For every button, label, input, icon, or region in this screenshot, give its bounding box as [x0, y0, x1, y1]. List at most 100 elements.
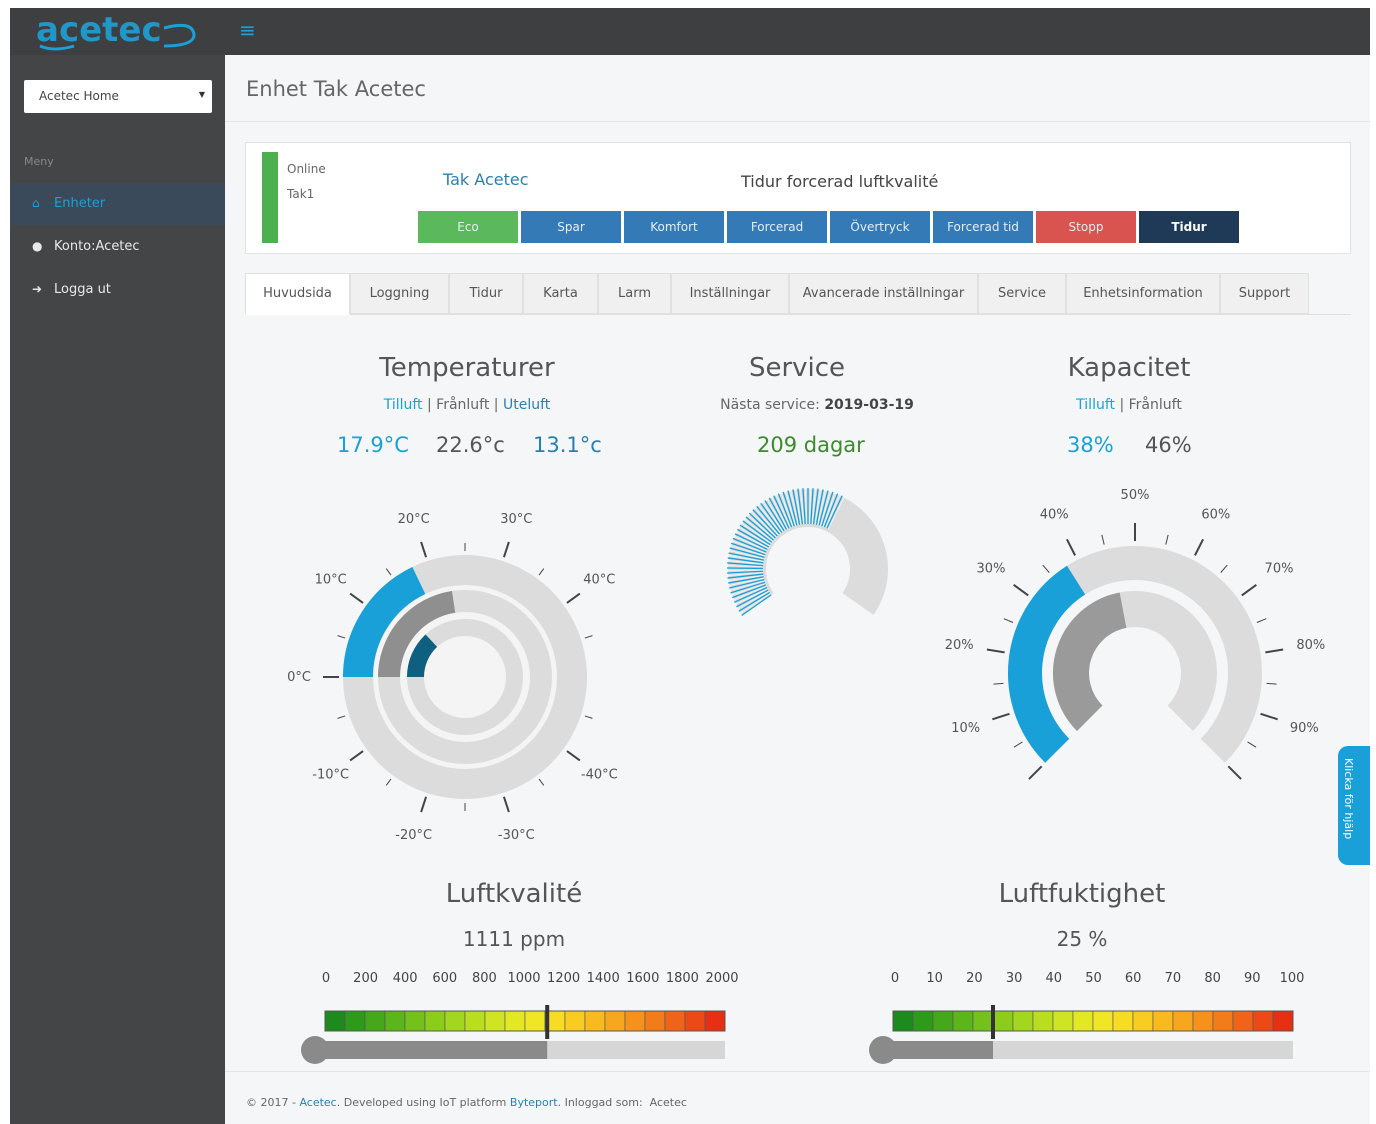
capacity-tick-label: 30%	[977, 561, 1006, 576]
tab-service[interactable]: Service	[978, 273, 1066, 314]
tab-support[interactable]: Support	[1220, 273, 1309, 314]
scale-label: 600	[432, 971, 458, 986]
temp-tick-label: -10°C	[312, 768, 349, 783]
status-indicator	[262, 152, 278, 243]
temperatures-legend: Tilluft | Frånluft | Uteluft	[383, 397, 551, 413]
sidebar-item-logout[interactable]: ➜ Logga ut	[10, 269, 225, 311]
scale-label: 60	[1124, 971, 1142, 986]
main-content: Enhet Tak Acetec Online Tak1 Tak Acetec …	[225, 55, 1370, 1124]
footer-suffix: . Inloggad som:	[557, 1096, 643, 1109]
scale-label: 0	[321, 971, 331, 986]
sidebar-item-enheter[interactable]: ⌂ Enheter	[10, 183, 225, 225]
mode-button-spar[interactable]: Spar	[521, 211, 621, 243]
scale-label: 400	[392, 971, 418, 986]
air-quality-value: 1111 ppm	[462, 927, 566, 951]
unit-select[interactable]: Acetec Home ▼	[24, 80, 212, 113]
scale-label: 70	[1164, 971, 1182, 986]
outdoor-temp: 13.1°c	[533, 433, 602, 457]
mode-button-forcerad-tid[interactable]: Forcerad tid	[933, 211, 1033, 243]
capacity-tick-label: 40%	[1040, 507, 1069, 522]
scale-label: 1400	[586, 971, 620, 986]
scale-label: 1200	[547, 971, 581, 986]
temp-tick-label: -40°C	[581, 768, 618, 783]
temperature-gauge: 20°C 30°C 10°C 40°C 0°C -10°C -40°C -20°C -30°C	[287, 512, 618, 843]
menu-toggle-icon[interactable]: ≡	[239, 18, 256, 42]
tab-huvudsida[interactable]: Huvudsida	[245, 273, 350, 315]
extract-capacity-arc	[1053, 592, 1128, 731]
unit-card: Online Tak1 Tak Acetec Tidur forcerad lu…	[245, 142, 1351, 254]
tab-tidur[interactable]: Tidur	[449, 273, 523, 314]
footer-user: Acetec	[649, 1096, 687, 1109]
scale-label: 10	[926, 971, 943, 986]
unit-name-link[interactable]: Tak Acetec	[443, 170, 529, 189]
scale-label: 30	[1005, 971, 1023, 986]
service-next-label: Nästa service:	[720, 397, 820, 413]
temp-tick-label: -20°C	[395, 828, 432, 843]
service-title: Service	[748, 353, 846, 383]
humidity-value: 25 %	[1056, 927, 1108, 951]
logo[interactable]: acetec	[36, 10, 162, 50]
scale-label: 80	[1204, 971, 1221, 986]
tab-enhetsinformation[interactable]: Enhetsinformation	[1066, 273, 1220, 314]
menu-label: Meny	[24, 155, 54, 168]
scale-label: 20	[966, 971, 983, 986]
sidebar: Acetec Home ▼ Meny ⌂ Enheter ● Konto:Acete…	[10, 55, 225, 1124]
mode-button-övertryck[interactable]: Övertryck	[830, 211, 930, 243]
user-icon: ●	[32, 239, 43, 253]
home-icon: ⌂	[32, 196, 40, 210]
scale-label: 1600	[626, 971, 660, 986]
footer-prefix: © 2017 -	[246, 1096, 300, 1109]
scale-label: 1000	[507, 971, 541, 986]
tab-karta[interactable]: Karta	[523, 273, 598, 314]
mode-button-komfort[interactable]: Komfort	[624, 211, 724, 243]
humidity-title: Luftfuktighet	[998, 879, 1166, 909]
scale-label: 2000	[705, 971, 739, 986]
footer-company-link[interactable]: Acetec	[299, 1096, 336, 1109]
air-quality-title: Luftkvalité	[445, 879, 583, 909]
air-quality-bar	[301, 1005, 726, 1064]
page-title: Enhet Tak Acetec	[246, 77, 426, 101]
capacity-tick-label: 60%	[1201, 507, 1230, 522]
footer: © 2017 - Acetec. Developed using IoT pla…	[246, 1096, 687, 1109]
footer-middle: . Developed using IoT platform	[336, 1096, 510, 1109]
mode-button-forcerad[interactable]: Forcerad	[727, 211, 827, 243]
mode-button-tidur[interactable]: Tidur	[1139, 211, 1239, 243]
status-text: Online	[287, 162, 326, 176]
scale-label: 200	[353, 971, 378, 986]
scale-label: 50	[1085, 971, 1102, 986]
temperatures-title: Temperaturer	[379, 353, 555, 383]
scale-label: 40	[1045, 971, 1063, 986]
tab-loggning[interactable]: Loggning	[350, 273, 449, 314]
capacity-tick-label: 20%	[945, 638, 974, 653]
capacity-tick-label: 90%	[1290, 721, 1319, 736]
help-tab[interactable]: Klicka för hjälp	[1338, 746, 1370, 865]
legend-supply: Tilluft	[1076, 397, 1116, 413]
temp-tick-label: 20°C	[398, 512, 430, 527]
temp-tick-label: 0°C	[287, 670, 311, 685]
capacity-legend: Tilluft | Frånluft	[1076, 397, 1182, 413]
extract-temp: 22.6°c	[436, 433, 505, 457]
supply-capacity: 38%	[1067, 433, 1114, 457]
capacity-tick-label: 10%	[951, 721, 980, 736]
mode-button-stopp[interactable]: Stopp	[1036, 211, 1136, 243]
scale-label: 90	[1244, 971, 1261, 986]
tab-avancerade-inställningar[interactable]: Avancerade inställningar	[789, 273, 978, 314]
capacity-tick-label: 50%	[1121, 488, 1150, 503]
tab-larm[interactable]: Larm	[598, 273, 671, 314]
sidebar-item-konto[interactable]: ● Konto:Acetec	[10, 226, 225, 268]
divider	[225, 121, 1370, 122]
tab-bar: Huvudsida Loggning Tidur Karta Larm Inställni…	[245, 273, 1351, 315]
mode-button-eco[interactable]: Eco	[418, 211, 518, 243]
tab-inställningar[interactable]: Inställningar	[671, 273, 789, 314]
footer-platform-link[interactable]: Byteport	[510, 1096, 558, 1109]
temp-tick-label: 30°C	[500, 512, 532, 527]
supply-temp: 17.9°C	[337, 433, 409, 457]
unit-id: Tak1	[287, 187, 315, 201]
capacity-tick-label: 70%	[1265, 561, 1294, 576]
sidebar-item-label: Enheter	[54, 196, 106, 211]
scale-label: 800	[471, 971, 497, 986]
help-label: Klicka för hjälp	[1342, 758, 1355, 840]
capacity-tick-label: 80%	[1296, 638, 1325, 653]
temp-tick-label: 10°C	[315, 572, 347, 587]
scale-label: 100	[1279, 971, 1305, 986]
